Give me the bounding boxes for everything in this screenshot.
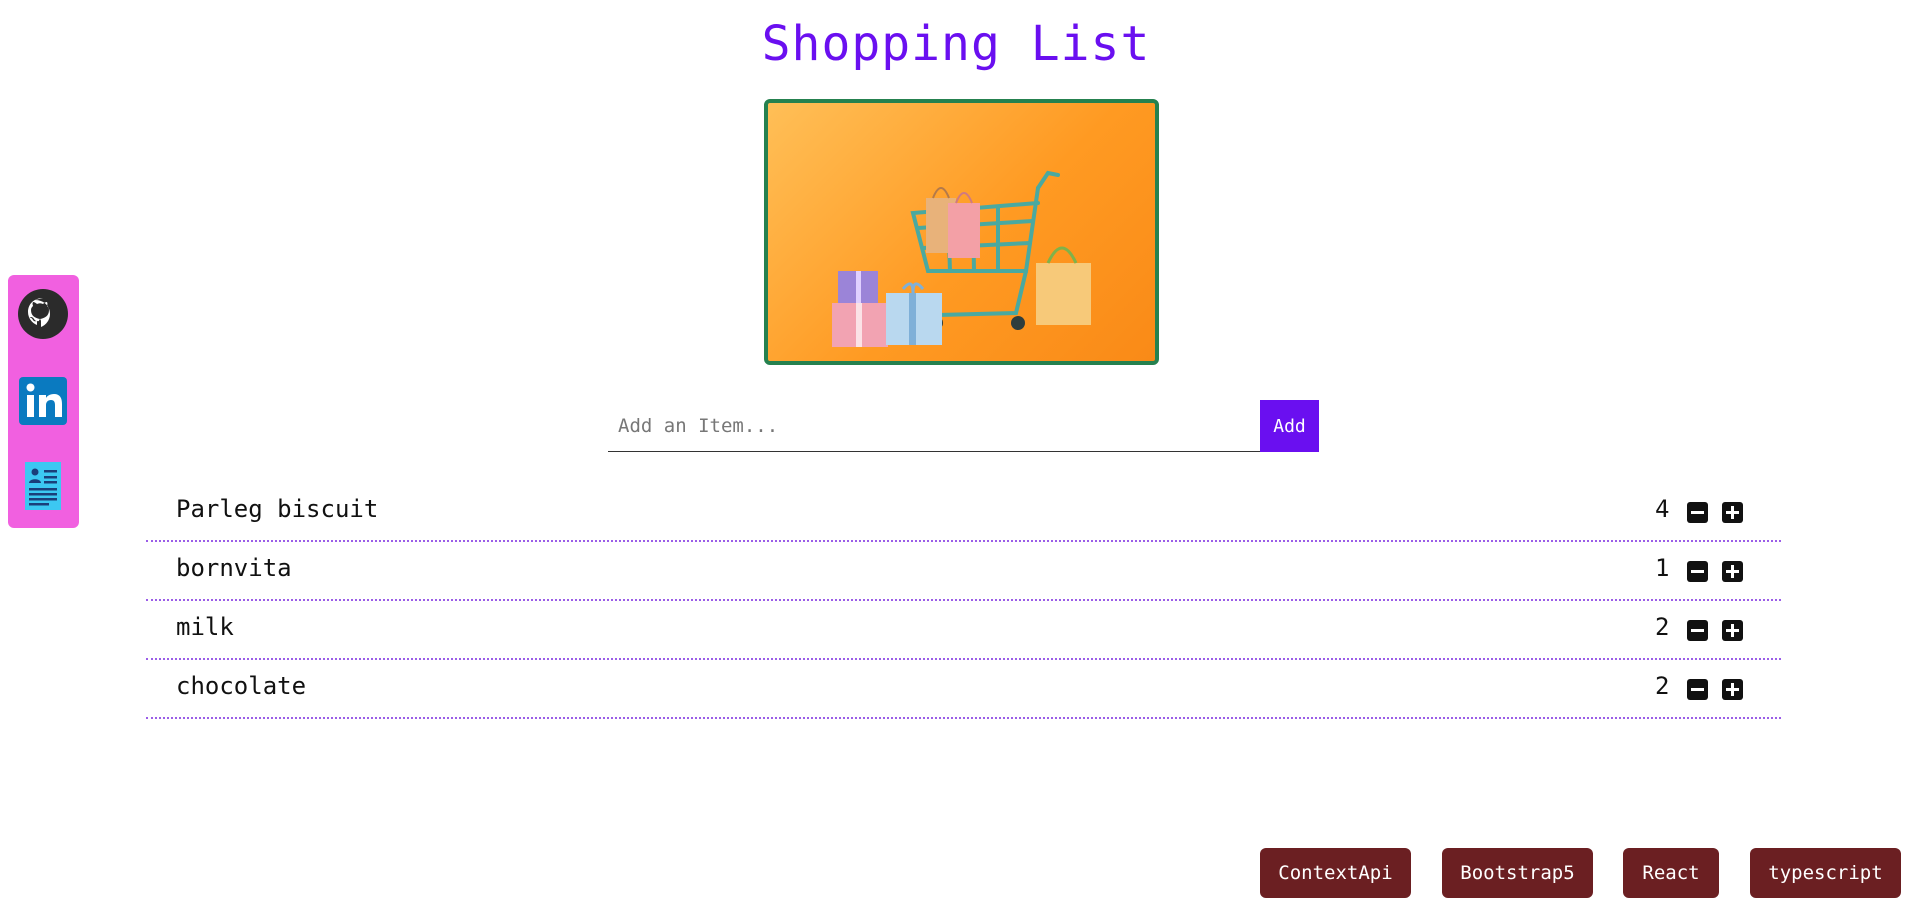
- minus-icon: [1691, 629, 1704, 632]
- shopping-list: Parleg biscuit 4 bornvita 1 milk 2 choco…: [146, 483, 1781, 719]
- item-quantity: 4: [1655, 495, 1670, 523]
- resume-link[interactable]: [17, 460, 69, 512]
- social-sidebar: [8, 275, 79, 528]
- tag-contextapi[interactable]: ContextApi: [1260, 848, 1411, 898]
- decrease-button[interactable]: [1687, 502, 1708, 523]
- plus-icon: [1726, 506, 1739, 519]
- github-icon: [18, 289, 68, 339]
- minus-icon: [1691, 688, 1704, 691]
- linkedin-link[interactable]: [17, 375, 69, 427]
- decrease-button[interactable]: [1687, 679, 1708, 700]
- list-item: chocolate 2: [146, 660, 1781, 719]
- plus-icon: [1726, 565, 1739, 578]
- increase-button[interactable]: [1722, 502, 1743, 523]
- item-name: bornvita: [176, 554, 292, 582]
- decrease-button[interactable]: [1687, 620, 1708, 641]
- tag-typescript[interactable]: typescript: [1750, 848, 1901, 898]
- item-name: milk: [176, 613, 234, 641]
- item-quantity: 2: [1655, 613, 1670, 641]
- shopping-cart-illustration: [832, 170, 1091, 347]
- tag-bootstrap5[interactable]: Bootstrap5: [1442, 848, 1593, 898]
- list-item: Parleg biscuit 4: [146, 483, 1781, 542]
- item-quantity: 1: [1655, 554, 1670, 582]
- github-link[interactable]: [17, 288, 69, 340]
- linkedin-icon: [19, 377, 67, 425]
- list-item: milk 2: [146, 601, 1781, 660]
- minus-icon: [1691, 511, 1704, 514]
- hero-image: [764, 99, 1159, 365]
- tag-react[interactable]: React: [1623, 848, 1719, 898]
- item-name: chocolate: [176, 672, 307, 700]
- add-item-input[interactable]: [608, 400, 1260, 452]
- increase-button[interactable]: [1722, 561, 1743, 582]
- plus-icon: [1726, 683, 1739, 696]
- resume-icon: [25, 462, 61, 510]
- decrease-button[interactable]: [1687, 561, 1708, 582]
- increase-button[interactable]: [1722, 679, 1743, 700]
- page-title: Shopping List: [761, 16, 1151, 72]
- tech-tags: ContextApi Bootstrap5 React typescript: [0, 848, 1912, 900]
- minus-icon: [1691, 570, 1704, 573]
- add-button[interactable]: Add: [1260, 400, 1319, 452]
- item-name: Parleg biscuit: [176, 495, 379, 523]
- plus-icon: [1726, 624, 1739, 637]
- item-quantity: 2: [1655, 672, 1670, 700]
- list-item: bornvita 1: [146, 542, 1781, 601]
- increase-button[interactable]: [1722, 620, 1743, 641]
